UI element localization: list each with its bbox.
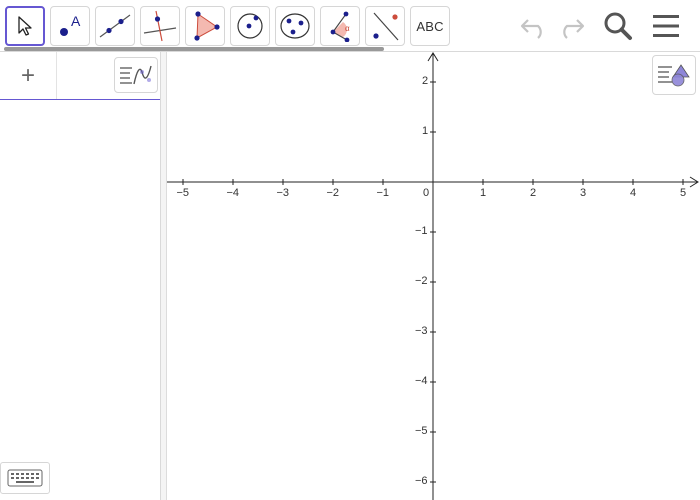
x-tick-label: −5: [176, 187, 190, 199]
y-tick-label: −6: [415, 475, 428, 487]
redo-icon: [563, 19, 585, 39]
y-tick-label: 2: [422, 75, 429, 87]
reflect-tool-button[interactable]: [365, 6, 405, 46]
coordinate-axes: [167, 52, 699, 500]
ellipse-icon: [280, 13, 310, 39]
circle-tool-button[interactable]: [230, 6, 270, 46]
y-tick-label: −3: [415, 325, 428, 337]
x-tick-label: 1: [480, 187, 487, 199]
circle-center-point-icon: [237, 13, 263, 39]
algebra-style-button[interactable]: [114, 57, 158, 93]
move-arrow-icon: [18, 16, 32, 36]
perpendicular-line-icon: [143, 10, 177, 42]
y-tick-label: −4: [415, 375, 428, 387]
y-tick-label: −2: [415, 275, 428, 287]
keyboard-icon: [7, 469, 43, 487]
search-icon: [604, 12, 632, 40]
hamburger-menu-icon: [653, 15, 679, 37]
x-tick-label: −4: [226, 187, 240, 199]
point-tool-button[interactable]: A: [50, 6, 90, 46]
y-tick-label: 1: [422, 125, 429, 137]
search-button[interactable]: [600, 8, 636, 44]
point-label: A: [71, 13, 81, 29]
algebra-style-icon: [120, 65, 152, 85]
x-tick-label: −1: [376, 187, 390, 199]
text-tool-label: ABC: [416, 18, 444, 34]
graphics-view[interactable]: −5 −4 −3 −2 −1 0 1 2 3 4 5 2 1 −1 −2 −3 −4 −5 −6: [167, 52, 700, 500]
angle-icon: α: [330, 11, 350, 42]
polygon-icon: [194, 11, 220, 41]
x-tick-label: 4: [630, 187, 637, 199]
redo-button[interactable]: [553, 8, 589, 44]
point-with-label-icon: A: [60, 13, 81, 36]
add-item-button[interactable]: +: [0, 52, 57, 99]
angle-label: α: [345, 24, 350, 33]
algebra-view: +: [0, 52, 161, 500]
graphics-style-button[interactable]: [652, 55, 696, 95]
perpendicular-line-tool-button[interactable]: [140, 6, 180, 46]
line-through-points-icon: [99, 14, 131, 38]
polygon-tool-button[interactable]: [185, 6, 225, 46]
menu-button[interactable]: [648, 8, 684, 44]
conic-tool-button[interactable]: [275, 6, 315, 46]
origin-label: 0: [423, 187, 430, 199]
keyboard-button[interactable]: [0, 462, 50, 494]
reflect-about-line-icon: [373, 12, 399, 41]
x-tick-label: 3: [580, 187, 587, 199]
graphics-style-icon: [658, 64, 690, 87]
x-tick-label: 5: [680, 187, 687, 199]
undo-button[interactable]: [516, 8, 552, 44]
toolbar: A α ABC: [0, 0, 700, 52]
y-tick-label: −1: [415, 225, 428, 237]
angle-tool-button[interactable]: α: [320, 6, 360, 46]
text-tool-button[interactable]: ABC: [410, 6, 450, 46]
x-tick-label: −2: [326, 187, 340, 199]
move-tool-button[interactable]: [5, 6, 45, 46]
line-tool-button[interactable]: [95, 6, 135, 46]
undo-icon: [520, 19, 542, 39]
x-tick-label: −3: [276, 187, 290, 199]
y-tick-label: −5: [415, 425, 428, 437]
toolbar-scrollbar[interactable]: [4, 47, 384, 51]
x-tick-label: 2: [530, 187, 537, 199]
